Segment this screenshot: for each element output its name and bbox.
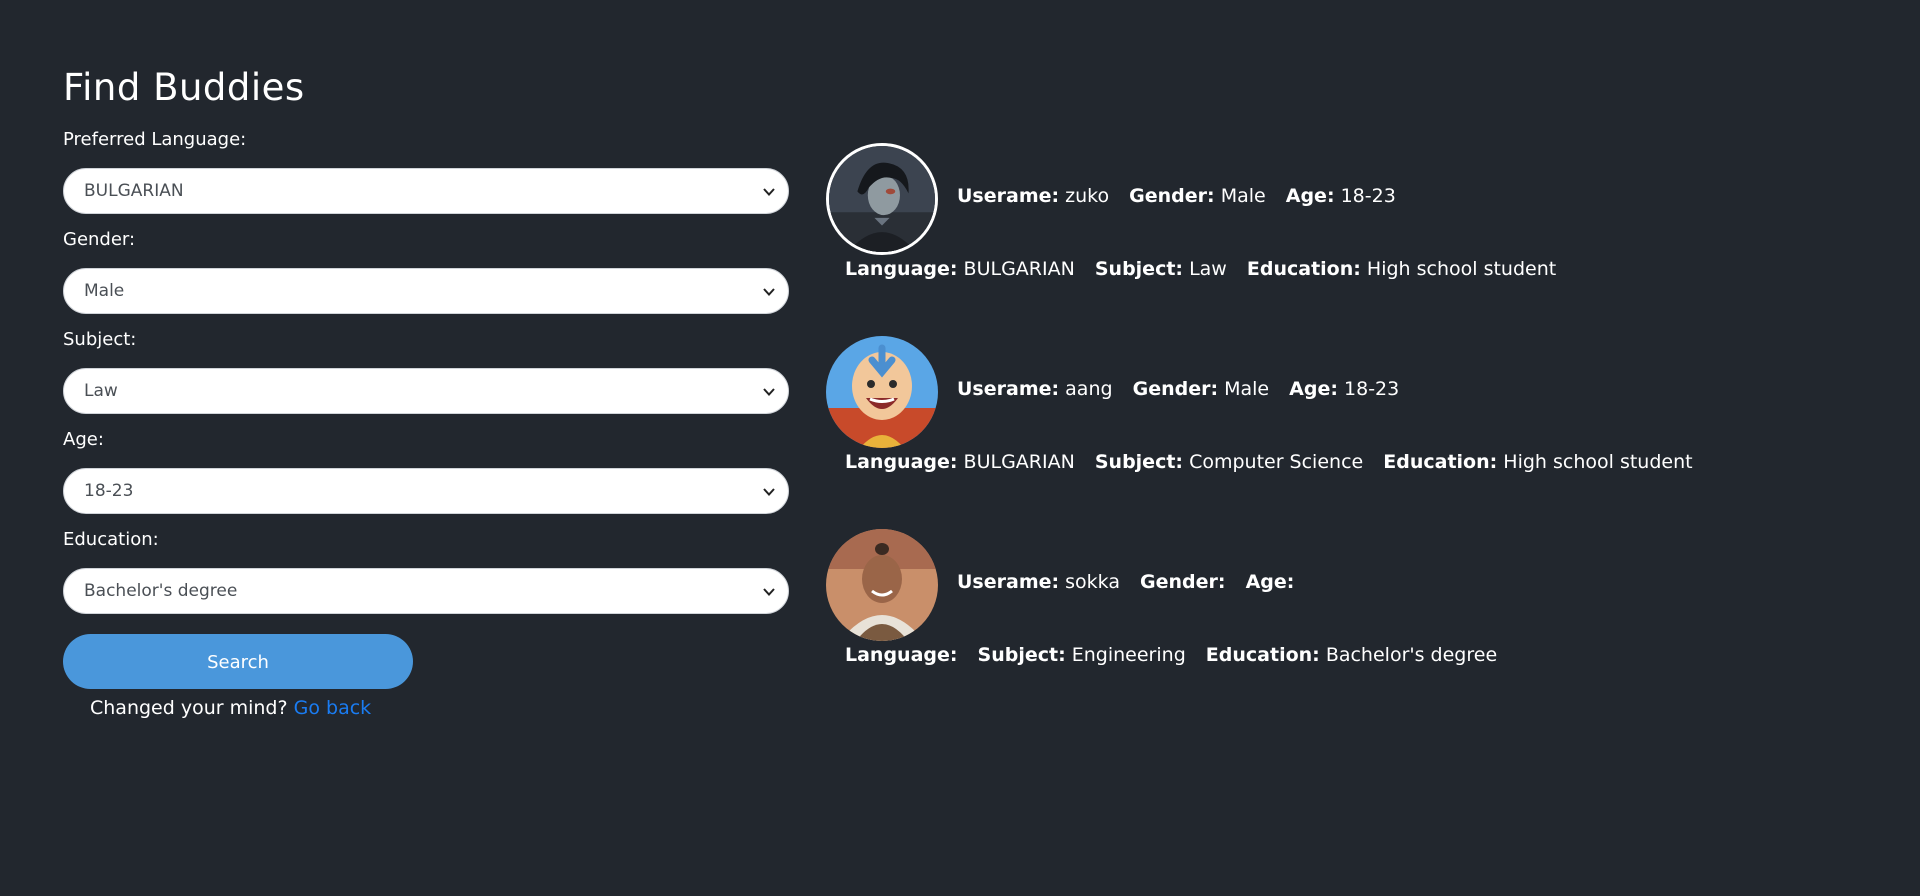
education-key: Education: <box>1383 451 1498 473</box>
age-select[interactable]: 18-23 <box>63 468 789 514</box>
subject-key: Subject: <box>977 644 1066 666</box>
username-value: aang <box>1065 378 1113 400</box>
gender-key: Gender: <box>1132 378 1219 400</box>
chevron-down-icon <box>763 388 775 396</box>
chevron-down-icon <box>763 588 775 596</box>
buddy-details-row: Language: Subject: Engineering Education… <box>845 642 1511 668</box>
age-key: Age: <box>1245 571 1295 593</box>
page-title: Find Buddies <box>63 66 305 109</box>
education-key: Education: <box>1246 258 1361 280</box>
education-value: Bachelor's degree <box>1325 644 1498 666</box>
gender-key: Gender: <box>1140 571 1226 593</box>
username-value: sokka <box>1065 571 1120 593</box>
go-back-link[interactable]: Go back <box>294 697 372 719</box>
subject-value: Computer Science <box>1189 451 1364 473</box>
language-label: Preferred Language: <box>63 129 247 150</box>
age-label: Age: <box>63 429 104 450</box>
username-key: Userame: <box>957 571 1060 593</box>
username-value: zuko <box>1065 185 1110 207</box>
subject-value: Law <box>1189 258 1227 280</box>
age-key: Age: <box>1285 185 1335 207</box>
buddy-details-row: Language: BULGARIAN Subject: Law Educati… <box>845 256 1570 282</box>
language-key: Language: <box>845 644 958 666</box>
subject-select[interactable]: Law <box>63 368 789 414</box>
education-key: Education: <box>1205 644 1320 666</box>
language-value: BULGARIAN <box>963 258 1075 280</box>
age-value: 18-23 <box>1340 185 1396 207</box>
language-key: Language: <box>845 258 958 280</box>
buddy-details-row: Language: BULGARIAN Subject: Computer Sc… <box>845 449 1707 475</box>
subject-key: Subject: <box>1094 258 1184 280</box>
username-key: Userame: <box>957 378 1060 400</box>
subject-label: Subject: <box>63 329 137 350</box>
sokka-avatar <box>826 529 938 641</box>
zuko-avatar <box>826 143 938 255</box>
subject-select-value: Law <box>84 381 118 401</box>
back-prompt: Changed your mind? Go back <box>90 693 789 723</box>
education-select-value: Bachelor's degree <box>84 581 238 601</box>
language-key: Language: <box>845 451 958 473</box>
education-label: Education: <box>63 529 159 550</box>
search-form: Find Buddies Preferred Language: BULGARI… <box>63 62 789 723</box>
chevron-down-icon <box>763 188 775 196</box>
search-button[interactable]: Search <box>63 634 413 689</box>
chevron-down-icon <box>763 288 775 296</box>
page: Find Buddies Preferred Language: BULGARI… <box>0 0 1920 896</box>
age-key: Age: <box>1289 378 1338 400</box>
subject-value: Engineering <box>1071 644 1186 666</box>
language-select[interactable]: BULGARIAN <box>63 168 789 214</box>
chevron-down-icon <box>763 488 775 496</box>
language-value: BULGARIAN <box>963 451 1075 473</box>
gender-value: Male <box>1220 185 1266 207</box>
age-value: 18-23 <box>1344 378 1400 400</box>
age-select-value: 18-23 <box>84 481 134 501</box>
username-key: Userame: <box>957 185 1060 207</box>
gender-select[interactable]: Male <box>63 268 789 314</box>
aang-avatar <box>826 336 938 448</box>
gender-select-value: Male <box>84 281 125 301</box>
language-select-value: BULGARIAN <box>84 181 184 201</box>
education-value: High school student <box>1366 258 1557 280</box>
gender-key: Gender: <box>1129 185 1215 207</box>
gender-label: Gender: <box>63 229 136 250</box>
subject-key: Subject: <box>1094 451 1184 473</box>
education-value: High school student <box>1503 451 1693 473</box>
gender-value: Male <box>1224 378 1270 400</box>
buddy-summary-row: Userame: sokka Gender: Age: <box>957 569 1308 595</box>
back-prompt-text: Changed your mind? <box>90 697 288 719</box>
buddy-summary-row: Userame: zuko Gender: Male Age: 18-23 <box>957 183 1410 209</box>
education-select[interactable]: Bachelor's degree <box>63 568 789 614</box>
buddy-summary-row: Userame: aang Gender: Male Age: 18-23 <box>957 376 1413 402</box>
